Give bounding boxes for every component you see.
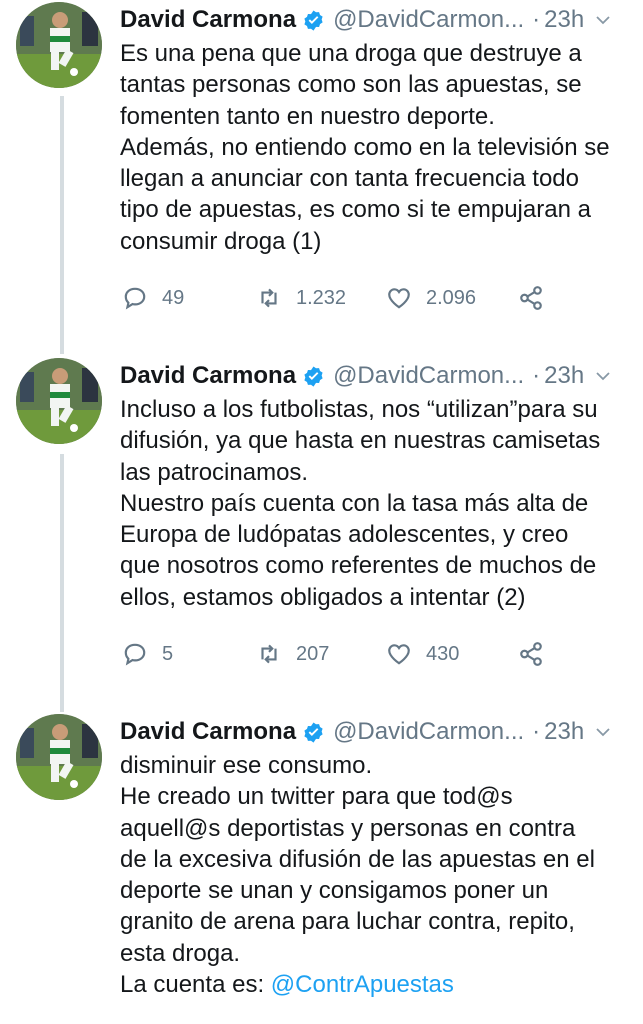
verified-badge-icon [302, 9, 325, 32]
chevron-down-icon[interactable] [594, 11, 612, 29]
author-handle[interactable]: @DavidCarmon... [333, 6, 524, 34]
avatar[interactable] [16, 358, 102, 444]
reply-count: 5 [162, 642, 174, 665]
retweet-count: 207 [296, 642, 330, 665]
reply-button[interactable]: 49 [122, 285, 184, 311]
separator-dot: · [532, 6, 541, 33]
reply-count: 49 [162, 286, 185, 309]
chevron-down-icon[interactable] [594, 723, 612, 741]
share-button[interactable] [518, 285, 544, 311]
retweet-icon [261, 288, 277, 308]
share-button[interactable] [518, 641, 544, 667]
author-handle[interactable]: @DavidCarmon... [333, 718, 524, 746]
like-icon [388, 644, 410, 665]
like-button[interactable]: 2.096 [386, 285, 476, 311]
tweet-text: Es una pena que una droga que destruye a… [120, 40, 610, 255]
tweet-3[interactable]: David Carmona @DavidCarmon... · 23h dism… [0, 714, 643, 1024]
author-name[interactable]: David Carmona [120, 718, 296, 746]
author-name[interactable]: David Carmona [120, 6, 296, 34]
like-icon [388, 288, 410, 309]
separator-dot: · [532, 362, 541, 389]
chevron-down-icon[interactable] [594, 367, 612, 385]
verified-badge-icon [302, 365, 325, 388]
like-count: 2.096 [426, 286, 477, 309]
timestamp[interactable]: 23h [544, 718, 584, 746]
tweet-2[interactable]: David Carmona @DavidCarmon... · 23h Incl… [0, 358, 643, 698]
reply-icon [124, 287, 146, 310]
retweet-icon [261, 644, 277, 664]
share-icon [520, 642, 542, 666]
tweet-text-last-line: La cuenta es: @ContrApuestas [120, 969, 635, 1000]
reply-button[interactable]: 5 [122, 641, 173, 667]
timestamp[interactable]: 23h [544, 362, 584, 390]
timestamp[interactable]: 23h [544, 6, 584, 34]
avatar[interactable] [16, 2, 102, 88]
mention-link[interactable]: @ContrApuestas [271, 971, 454, 998]
like-button[interactable]: 430 [386, 641, 459, 667]
tweet-1[interactable]: David Carmona @DavidCarmon... · 23h Es u… [0, 2, 643, 342]
retweet-button[interactable]: 1.232 [256, 285, 346, 311]
tweet-text: Incluso a los futbolistas, nos “utilizan… [120, 396, 601, 611]
author-handle[interactable]: @DavidCarmon... [333, 362, 524, 390]
author-name[interactable]: David Carmona [120, 362, 296, 390]
share-icon [520, 286, 542, 310]
like-count: 430 [426, 642, 460, 665]
separator-dot: · [532, 718, 541, 745]
reply-icon [124, 643, 146, 666]
avatar[interactable] [16, 714, 102, 800]
tweet-text: disminuir ese consumo. He creado un twit… [120, 752, 595, 967]
retweet-count: 1.232 [296, 286, 347, 309]
account-label: La cuenta es: [120, 971, 271, 999]
retweet-button[interactable]: 207 [256, 641, 329, 667]
verified-badge-icon [302, 721, 325, 744]
